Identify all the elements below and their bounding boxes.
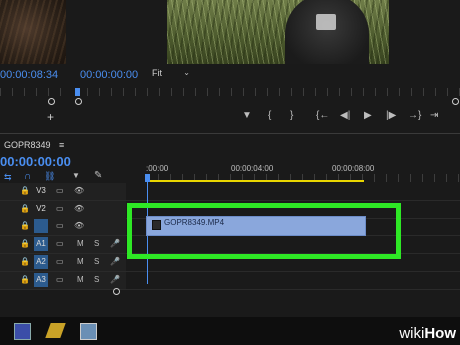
source-patch-v1[interactable] [34,219,48,233]
microphone-icon[interactable]: 🎤 [110,257,120,266]
track-label-a2[interactable]: A2 [34,255,48,269]
step-back-button[interactable]: ◀| [340,110,350,121]
timeline-zoom-handle[interactable] [113,288,120,295]
microphone-icon[interactable]: 🎤 [110,239,120,248]
track-label-v2[interactable]: V2 [34,202,48,216]
wrench-icon[interactable]: ✎ [94,170,102,181]
zoom-fit-label: Fit [152,68,162,78]
lock-icon[interactable]: 🔒 [20,204,30,213]
panel-divider [0,133,460,134]
zoom-fit-dropdown[interactable]: Fit ⌄ [152,68,194,82]
app-icon[interactable] [80,323,97,340]
add-marker-button[interactable]: ▼ [242,110,252,121]
source-monitor-video [0,0,66,64]
highlight-box [127,203,401,259]
add-button-icon[interactable]: + [47,110,54,124]
solo-toggle[interactable]: S [94,257,99,266]
program-ruler[interactable] [75,88,460,96]
ruler-label-start: :00:00 [146,164,169,173]
chevron-down-icon: ⌄ [183,68,190,77]
work-area-bar[interactable] [148,180,364,182]
track-label-a1[interactable]: A1 [34,237,48,251]
program-zoom-handle-right[interactable] [452,98,459,105]
snap-icon[interactable]: ⇆ [4,172,12,183]
lift-button[interactable]: ⇥ [430,110,438,121]
sync-lock-icon[interactable]: ▭ [56,204,64,213]
linked-selection-icon[interactable]: ⛓ [44,171,55,182]
sync-lock-icon[interactable]: ▭ [56,257,64,266]
program-timecode[interactable]: 00:00:00:00 [80,69,138,81]
app-icon[interactable] [14,323,31,340]
source-ruler[interactable] [0,88,66,96]
track-a3[interactable]: 🔒 A3 ▭ M S 🎤 [0,272,460,290]
source-timecode[interactable]: 00:00:08:34 [0,69,58,81]
lock-icon[interactable]: 🔒 [20,186,30,195]
watermark-part-2: How [424,325,456,342]
app-icon[interactable] [45,323,66,338]
lock-icon[interactable]: 🔒 [20,221,30,230]
program-playhead-marker[interactable] [75,88,80,96]
eye-icon[interactable]: 👁 [74,204,84,213]
playhead-marker[interactable] [145,174,150,182]
magnet-icon[interactable]: ∩ [24,171,31,182]
ruler-label-8s: 00:00:08:00 [332,164,375,173]
mute-toggle[interactable]: M [77,275,84,284]
eye-icon[interactable]: 👁 [74,221,84,230]
play-button[interactable]: ▶ [364,110,372,121]
sync-lock-icon[interactable]: ▭ [56,186,64,195]
go-to-in-button[interactable]: {← [316,110,329,121]
ruler-label-4s: 00:00:04:00 [231,164,274,173]
transport-controls: ▼ { } {← ◀| ▶ |▶ →} ⇥ [242,110,438,124]
program-zoom-handle-left[interactable] [75,98,82,105]
microphone-icon[interactable]: 🎤 [110,275,120,284]
track-v3[interactable]: 🔒 V3 ▭ 👁 [0,183,460,201]
track-label-a3[interactable]: A3 [34,273,48,287]
program-monitor-video [167,0,389,64]
timeline-timecode[interactable]: 00:00:00:00 [0,154,71,169]
lock-icon[interactable]: 🔒 [20,239,30,248]
mark-in-button[interactable]: { [268,110,271,121]
panel-menu-icon[interactable]: ≡ [59,140,64,150]
solo-toggle[interactable]: S [94,239,99,248]
track-label-v3[interactable]: V3 [34,184,48,198]
sync-lock-icon[interactable]: ▭ [56,221,64,230]
lock-icon[interactable]: 🔒 [20,257,30,266]
go-to-out-button[interactable]: →} [408,110,421,121]
taskbar [0,317,460,345]
step-forward-button[interactable]: |▶ [386,110,396,121]
solo-toggle[interactable]: S [94,275,99,284]
sequence-name: GOPR8349 [4,140,51,150]
eye-icon[interactable]: 👁 [74,186,84,195]
mute-toggle[interactable]: M [77,239,84,248]
sequence-tab[interactable]: GOPR8349 ≡ [4,140,64,150]
mute-toggle[interactable]: M [77,257,84,266]
watermark: wikiHow [399,325,456,342]
lock-icon[interactable]: 🔒 [20,275,30,284]
mark-out-button[interactable]: } [290,110,293,121]
sync-lock-icon[interactable]: ▭ [56,275,64,284]
source-zoom-handle[interactable] [48,98,55,105]
watermark-part-1: wiki [399,325,425,342]
add-marker-icon[interactable]: ▼ [72,171,80,180]
sync-lock-icon[interactable]: ▭ [56,239,64,248]
